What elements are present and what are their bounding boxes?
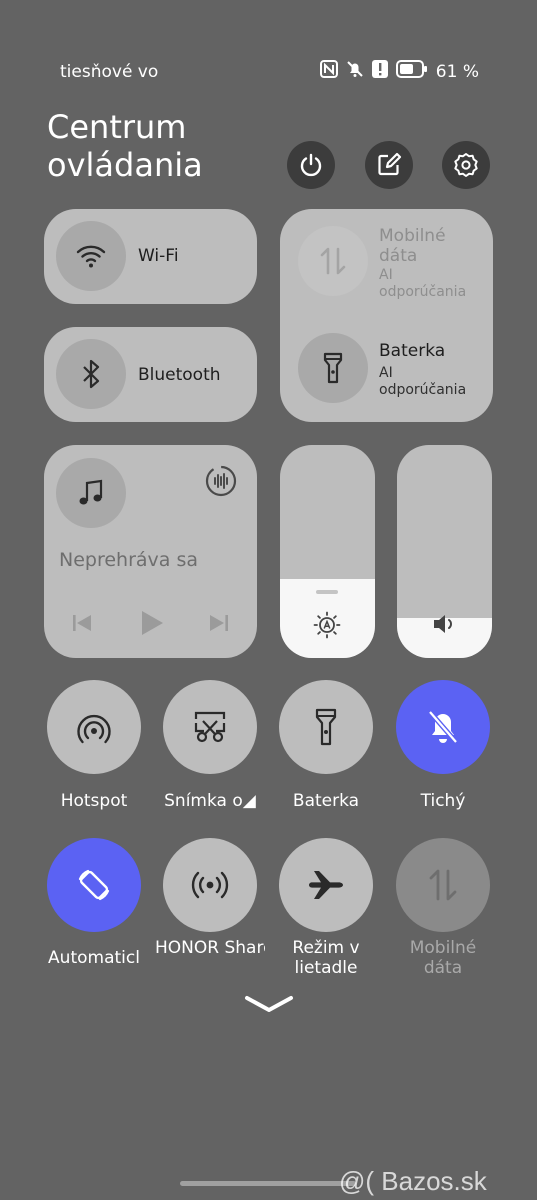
alert-icon — [371, 60, 388, 83]
airplane-mode-button[interactable] — [279, 838, 373, 932]
screenshot-button[interactable] — [163, 680, 257, 774]
next-icon — [210, 615, 228, 631]
tile-label-airplane: Režim v lietadle — [292, 938, 360, 978]
edit-button[interactable] — [365, 141, 413, 189]
flashlight-icon — [323, 352, 343, 384]
play-button[interactable] — [140, 609, 164, 641]
previous-icon — [73, 615, 91, 631]
volume-slider[interactable] — [397, 445, 492, 658]
tile-label-silent: Tichý — [420, 791, 466, 811]
settings-icon — [454, 153, 478, 177]
silent-button[interactable] — [396, 680, 490, 774]
bluetooth-label: Bluetooth — [138, 365, 221, 385]
tile-label-mobile-data: Mobilné dáta — [409, 938, 477, 978]
auto-rotate-icon — [78, 869, 110, 901]
screenshot-icon — [194, 711, 226, 743]
media-card[interactable]: Neprehráva sa — [44, 445, 257, 658]
wifi-card[interactable]: Wi-Fi — [44, 209, 257, 304]
tile-label-auto-rotate: Automaticl — [48, 948, 140, 968]
slider-handle — [316, 590, 338, 594]
speaker-icon — [432, 613, 458, 639]
watermark: @( Bazos.sk — [339, 1166, 487, 1196]
torch-label: Baterka — [379, 341, 446, 361]
home-indicator[interactable] — [180, 1181, 356, 1186]
collapse-button[interactable] — [244, 994, 294, 1018]
next-button[interactable] — [209, 613, 229, 637]
status-carrier: tiesňové vo — [60, 62, 159, 82]
bell-off-icon — [346, 60, 364, 83]
mobile-data-button[interactable] — [298, 226, 368, 296]
status-bar-right: 61 % — [319, 60, 479, 83]
battery-percent: 61 % — [435, 61, 479, 82]
hotspot-icon — [77, 714, 111, 744]
mobile-data-sub: AI odporúčania — [379, 267, 467, 300]
auto-rotate-button[interactable] — [47, 838, 141, 932]
bluetooth-icon — [56, 339, 126, 409]
edit-icon — [378, 152, 402, 176]
media-status: Neprehráva sa — [59, 549, 199, 571]
brightness-slider[interactable] — [280, 445, 375, 658]
mobile-data-icon — [320, 247, 346, 275]
torch-button[interactable] — [298, 333, 368, 403]
honor-share-button[interactable] — [163, 838, 257, 932]
mobile-data-tile-button[interactable] — [396, 838, 490, 932]
bluetooth-card[interactable]: Bluetooth — [44, 327, 257, 422]
torch-tile-button[interactable] — [279, 680, 373, 774]
chevron-down-icon — [245, 996, 293, 1012]
power-icon — [300, 153, 322, 177]
previous-button[interactable] — [72, 613, 92, 637]
tile-label-hotspot: Hotspot — [60, 791, 128, 811]
battery-icon — [395, 60, 428, 83]
wifi-label: Wi-Fi — [138, 246, 179, 266]
data-torch-card: Mobilné dáta AI odporúčania Baterka AI o… — [280, 209, 493, 422]
mobile-data-icon — [429, 869, 457, 901]
audio-output-button[interactable] — [204, 464, 238, 502]
hotspot-button[interactable] — [47, 680, 141, 774]
tile-label-screenshot: Snímka o◢ — [164, 791, 256, 811]
audio-output-icon — [205, 465, 237, 497]
flashlight-icon — [315, 708, 337, 746]
settings-button[interactable] — [442, 141, 490, 189]
auto-brightness-icon — [313, 611, 341, 643]
page-title: Centrum ovládania — [47, 108, 203, 184]
music-icon — [56, 458, 126, 528]
torch-sub: AI odporúčania — [379, 365, 467, 398]
nfc-icon — [319, 60, 338, 83]
wifi-icon — [56, 221, 126, 291]
play-icon — [142, 611, 163, 635]
silent-icon — [428, 710, 458, 744]
power-button[interactable] — [287, 141, 335, 189]
mobile-data-label: Mobilné dáta — [379, 226, 446, 266]
airplane-icon — [309, 871, 343, 899]
tile-label-honor-share: HONOR Share — [155, 938, 265, 958]
honor-share-icon — [191, 871, 229, 899]
tile-label-torch: Baterka — [292, 791, 360, 811]
